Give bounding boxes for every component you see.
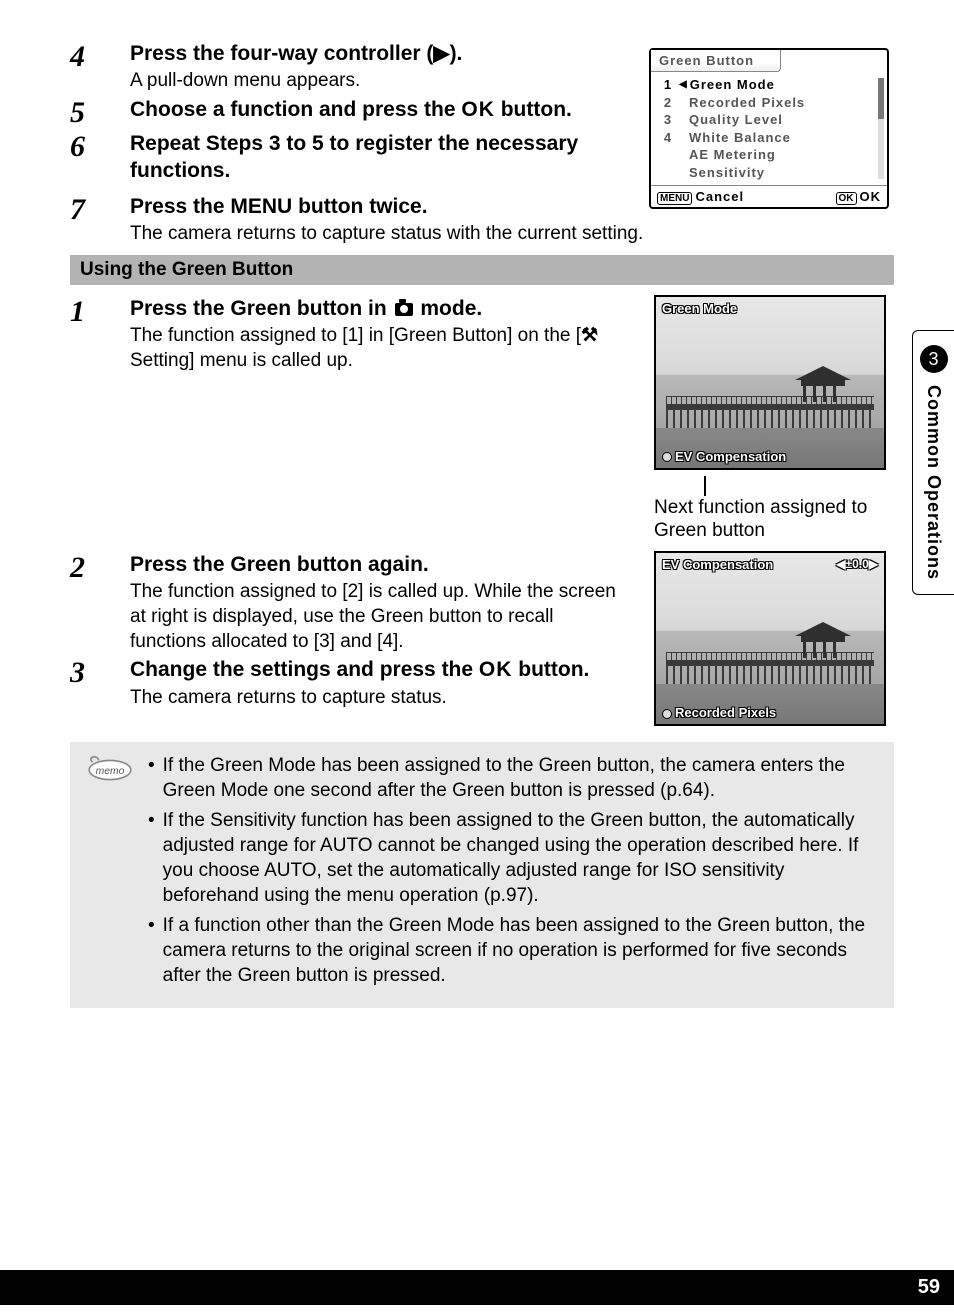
step-number: 3	[70, 656, 130, 710]
menu-row: Sensitivity	[657, 164, 881, 182]
step-number: 1	[70, 295, 130, 374]
step-desc: A pull-down menu appears.	[130, 69, 634, 94]
step-title: Press the Green button in mode.	[130, 295, 624, 322]
green-dot-icon	[662, 452, 672, 462]
cam-label-bottom: EV Compensation	[662, 449, 786, 464]
menu-mock-title: Green Button	[651, 50, 781, 72]
memo-icon: memo	[86, 754, 136, 994]
menu-row: AE Metering	[657, 146, 881, 164]
memo-item: •If the Green Mode has been assigned to …	[148, 754, 878, 803]
step-desc: The camera returns to capture status.	[130, 686, 624, 711]
memo-box: memo •If the Green Mode has been assigne…	[70, 742, 894, 1008]
menu-mock-list: 1◀Green Mode 2Recorded Pixels 3Quality L…	[651, 72, 887, 185]
step: 1 Press the Green button in mode. The fu…	[70, 295, 634, 374]
step: 4 Press the four-way controller (▶). A p…	[70, 40, 644, 94]
step: 2 Press the Green button again. The func…	[70, 551, 634, 654]
page-number: 59	[0, 1270, 954, 1305]
menu-row: 3Quality Level	[657, 111, 881, 129]
chapter-number: 3	[920, 345, 948, 373]
step-title: Press the Green button again.	[130, 551, 624, 578]
step-title: Press the four-way controller (▶).	[130, 40, 634, 67]
menu-mock-footer: MENUCancel OKOK	[651, 185, 887, 207]
caption: Next function assigned to Green button	[654, 496, 894, 544]
memo-item: •If the Sensitivity function has been as…	[148, 809, 878, 908]
step-desc: The function assigned to [2] is called u…	[130, 580, 624, 654]
camera-screen-2: EV Compensation ◀±0.0▶ Recorded Pixels	[654, 551, 886, 726]
cam-label-topright: ◀±0.0▶	[836, 557, 878, 571]
step-number: 4	[70, 40, 130, 94]
step-title: Change the settings and press the OK but…	[130, 656, 624, 683]
menu-scrollbar	[878, 78, 884, 179]
step-number: 7	[70, 193, 130, 247]
cam-label-bottom: Recorded Pixels	[662, 705, 776, 720]
step-title: Repeat Steps 3 to 5 to register the nece…	[130, 130, 634, 185]
step: 5 Choose a function and press the OK but…	[70, 96, 644, 128]
green-dot-icon	[662, 709, 672, 719]
menu-row: 4White Balance	[657, 129, 881, 147]
menu-mockup: Green Button 1◀Green Mode 2Recorded Pixe…	[649, 48, 889, 209]
svg-text:memo: memo	[96, 766, 125, 777]
step-desc: The function assigned to [1] in [Green B…	[130, 324, 624, 373]
ok-btn-icon: OK	[836, 192, 857, 205]
chapter-title: Common Operations	[923, 385, 944, 580]
cam-label-top: Green Mode	[662, 301, 737, 316]
memo-list: •If the Green Mode has been assigned to …	[148, 754, 878, 994]
memo-item: •If a function other than the Green Mode…	[148, 914, 878, 988]
menu-row: 1◀Green Mode	[657, 76, 881, 94]
step-title: Choose a function and press the OK butto…	[130, 96, 634, 123]
section-header: Using the Green Button	[70, 255, 894, 285]
menu-row: 2Recorded Pixels	[657, 94, 881, 112]
menu-btn-icon: MENU	[657, 192, 692, 205]
cam-label-top: EV Compensation	[662, 557, 773, 572]
step-number: 6	[70, 130, 130, 185]
pointer-line	[704, 476, 706, 496]
step-number: 2	[70, 551, 130, 654]
wrench-icon: ⚒	[581, 325, 598, 346]
camera-icon	[395, 303, 413, 316]
step: 3 Change the settings and press the OK b…	[70, 656, 634, 710]
side-tab: 3 Common Operations	[912, 330, 954, 595]
step-number: 5	[70, 96, 130, 128]
step-desc: The camera returns to capture status wit…	[130, 222, 884, 247]
camera-screen-1: Green Mode EV Compensation	[654, 295, 886, 470]
step: 6 Repeat Steps 3 to 5 to register the ne…	[70, 130, 644, 185]
